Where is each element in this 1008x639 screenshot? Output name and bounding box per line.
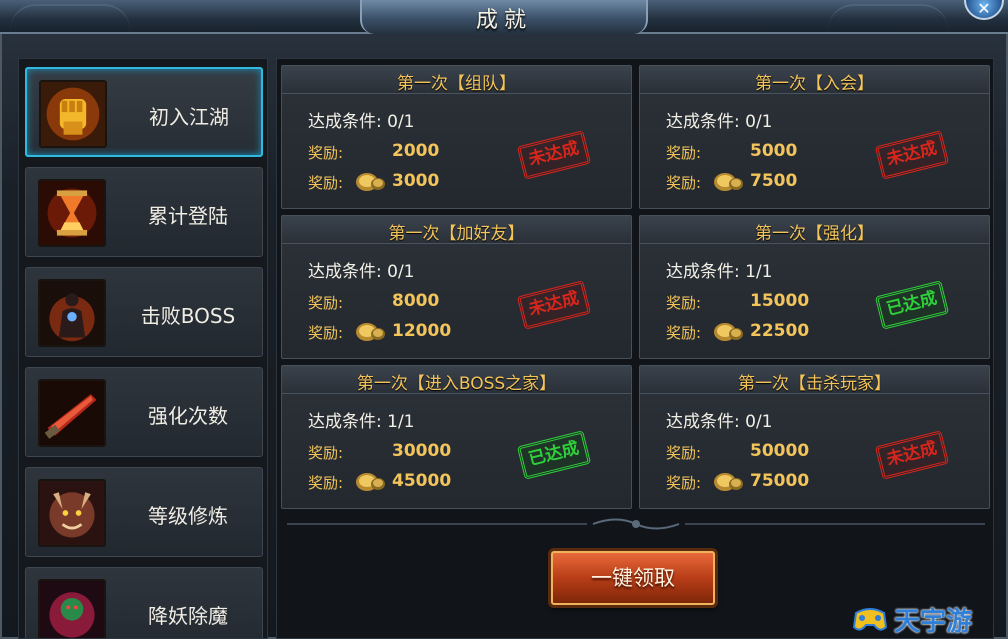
reward-label: 奖励:: [308, 444, 344, 462]
sidebar-item-label: 强化次数: [148, 404, 228, 428]
dragon-head-icon: [38, 479, 106, 547]
fist-icon: [39, 80, 107, 148]
sidebar-item-chu-ru-jiang-hu[interactable]: 初入江湖: [25, 67, 263, 157]
achievement-title: 第一次【加好友】: [388, 224, 525, 244]
status-stamp: 未达成: [516, 130, 592, 180]
sidebar-item-qiang-hua-ci-shu[interactable]: 强化次数: [25, 367, 263, 457]
coin-icon: [714, 473, 743, 491]
reward-coin-value: 3000: [392, 171, 440, 191]
achievement-condition: 达成条件: 0/1: [308, 262, 415, 282]
sidebar-item-label: 击败BOSS: [140, 304, 236, 328]
demon-figure-icon: [38, 279, 106, 347]
sidebar-item-label: 累计登陆: [148, 204, 228, 228]
ornamental-divider: [287, 518, 985, 530]
status-stamp: 已达成: [516, 430, 592, 480]
left-ornament: [10, 4, 130, 30]
reward-coin-value: 7500: [750, 171, 798, 191]
reward-label: 奖励:: [666, 174, 702, 192]
sidebar-item-label: 等级修炼: [148, 504, 228, 528]
reward-label: 奖励:: [666, 474, 702, 492]
reward-coin-value: 45000: [392, 471, 452, 491]
sidebar-item-ji-bai-boss[interactable]: 击败BOSS: [25, 267, 263, 357]
reward-label: 奖励:: [666, 444, 702, 462]
sidebar-item-label: 降妖除魔: [148, 604, 228, 628]
achievement-condition: 达成条件: 0/1: [308, 112, 415, 132]
watermark: 天宇游: [850, 599, 1000, 637]
coin-icon: [356, 323, 385, 341]
coin-icon: [714, 173, 743, 191]
reward-label: 奖励:: [308, 174, 344, 192]
hourglass-icon: [38, 179, 106, 247]
achievement-condition: 达成条件: 1/1: [308, 412, 415, 432]
coin-icon: [714, 323, 743, 341]
sidebar-item-xiang-yao-chu-mo[interactable]: 降妖除魔: [25, 567, 263, 638]
achievement-title: 第一次【强化】: [755, 224, 874, 244]
reward-label: 奖励:: [666, 144, 702, 162]
reward-coin-value: 75000: [750, 471, 810, 491]
reward-label: 奖励:: [666, 324, 702, 342]
reward-gold-value: 5000: [750, 141, 798, 161]
reward-gold-value: 30000: [392, 441, 452, 461]
achievement-card: 第一次【加好友】 达成条件: 0/1 奖励: 8000 奖励: 12000 未达…: [281, 215, 632, 359]
watermark-text: 天宇游: [894, 607, 973, 637]
achievement-title: 第一次【击杀玩家】: [738, 374, 891, 394]
reward-label: 奖励:: [308, 144, 344, 162]
reward-label: 奖励:: [308, 294, 344, 312]
achievement-condition: 达成条件: 0/1: [666, 412, 773, 432]
achievement-card: 第一次【击杀玩家】 达成条件: 0/1 奖励: 50000 奖励: 75000 …: [639, 365, 990, 509]
status-stamp: 未达成: [874, 430, 950, 480]
status-stamp: 未达成: [516, 280, 592, 330]
achievement-panel: 第一次【组队】 达成条件: 0/1 奖励: 2000 奖励: 3000 未达成 …: [276, 58, 994, 639]
reward-gold-value: 8000: [392, 291, 440, 311]
claim-all-button[interactable]: 一键领取: [551, 551, 715, 605]
achievement-card: 第一次【进入BOSS之家】 达成条件: 1/1 奖励: 30000 奖励: 45…: [281, 365, 632, 509]
achievement-card: 第一次【强化】 达成条件: 1/1 奖励: 15000 奖励: 22500 已达…: [639, 215, 990, 359]
gamepad-logo-icon: [852, 608, 888, 631]
reward-gold-value: 50000: [750, 441, 810, 461]
reward-coin-value: 22500: [750, 321, 810, 341]
status-stamp: 未达成: [874, 130, 950, 180]
category-sidebar: 初入江湖 累计登陆 击败BOSS 强化次数 等级修炼 降妖除魔: [18, 58, 268, 639]
reward-label: 奖励:: [666, 294, 702, 312]
right-ornament: [828, 4, 948, 30]
achievement-card: 第一次【入会】 达成条件: 0/1 奖励: 5000 奖励: 7500 未达成: [639, 65, 990, 209]
achievement-title: 第一次【入会】: [755, 74, 874, 94]
coin-icon: [356, 473, 385, 491]
blade-icon: [38, 379, 106, 447]
status-stamp: 已达成: [874, 280, 950, 330]
reward-coin-value: 12000: [392, 321, 452, 341]
close-icon: ✕: [977, 0, 991, 18]
sidebar-item-lei-ji-deng-lu[interactable]: 累计登陆: [25, 167, 263, 257]
reward-gold-value: 15000: [750, 291, 810, 311]
sidebar-item-deng-ji-xiu-lian[interactable]: 等级修炼: [25, 467, 263, 557]
coin-icon: [356, 173, 385, 191]
achievement-card: 第一次【组队】 达成条件: 0/1 奖励: 2000 奖励: 3000 未达成: [281, 65, 632, 209]
monster-icon: [38, 579, 106, 638]
reward-label: 奖励:: [308, 324, 344, 342]
window-title: 成就: [475, 8, 532, 33]
reward-label: 奖励:: [308, 474, 344, 492]
achievement-title: 第一次【进入BOSS之家】: [356, 374, 557, 394]
sidebar-item-label: 初入江湖: [149, 105, 229, 129]
achievement-condition: 达成条件: 0/1: [666, 112, 773, 132]
achievement-title: 第一次【组队】: [397, 74, 516, 94]
achievement-condition: 达成条件: 1/1: [666, 262, 773, 282]
reward-gold-value: 2000: [392, 141, 440, 161]
